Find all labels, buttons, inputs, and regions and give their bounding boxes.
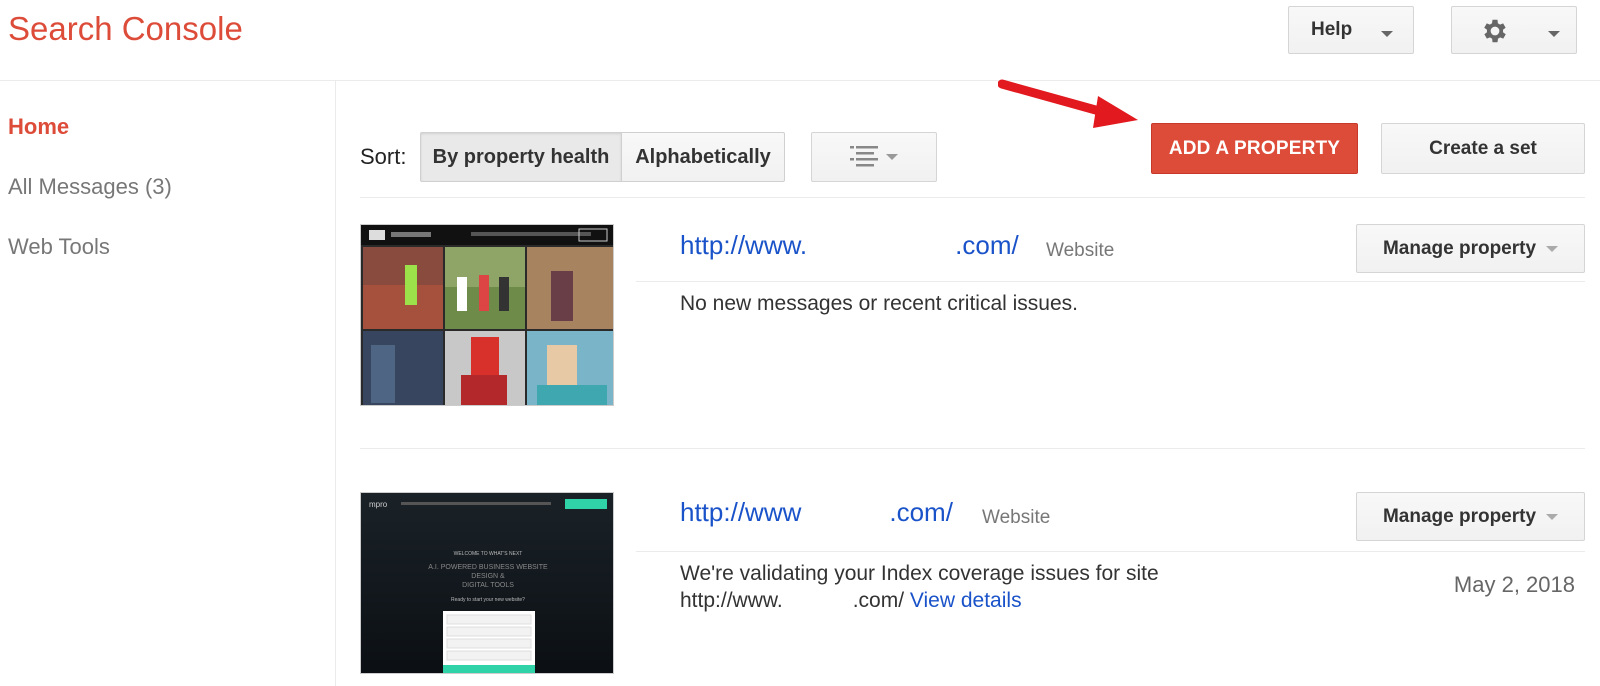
pointer-arrow-icon bbox=[998, 79, 1138, 128]
message-url-suffix: .com/ bbox=[852, 589, 905, 612]
sort-by-health-button[interactable]: By property health bbox=[420, 132, 622, 182]
caret-down-icon bbox=[1381, 31, 1393, 37]
sort-label: Sort: bbox=[360, 144, 407, 169]
thumb-headline-3: DIGITAL TOOLS bbox=[462, 582, 514, 589]
list-icon bbox=[850, 146, 878, 167]
create-set-button[interactable]: Create a set bbox=[1381, 123, 1585, 174]
manage-property-button[interactable]: Manage property bbox=[1356, 224, 1585, 273]
property-row-divider bbox=[360, 448, 1585, 449]
site-screenshot-image: mpro WELCOME TO WHAT'S NEXT A.I. POWERED… bbox=[361, 493, 613, 673]
header-divider bbox=[0, 80, 1600, 81]
caret-down-icon bbox=[1546, 245, 1559, 252]
property-divider bbox=[636, 551, 1585, 552]
property-url-suffix: .com/ bbox=[955, 230, 1019, 260]
property-type: Website bbox=[1046, 240, 1115, 261]
caret-down-icon bbox=[1546, 513, 1559, 520]
property-thumbnail[interactable] bbox=[360, 224, 614, 406]
thumb-subtitle: Ready to start your new website? bbox=[451, 597, 525, 603]
message-url-prefix: http://www. bbox=[680, 589, 783, 612]
thumb-welcome: WELCOME TO WHAT'S NEXT bbox=[454, 551, 523, 557]
thumb-headline-2: DESIGN & bbox=[471, 573, 505, 580]
property-url-prefix: http://www. bbox=[680, 230, 808, 260]
add-property-button[interactable]: ADD A PROPERTY bbox=[1151, 123, 1358, 174]
message-date: May 2, 2018 bbox=[1453, 572, 1575, 597]
sidebar-item-all-messages[interactable]: All Messages (3) bbox=[8, 174, 172, 200]
thumb-headline-1: A.I. POWERED BUSINESS WEBSITE bbox=[428, 564, 548, 571]
property-url[interactable]: http://www .com/ bbox=[680, 497, 953, 528]
property-type: Website bbox=[982, 507, 1051, 528]
manage-property-label: Manage property bbox=[1382, 237, 1537, 259]
help-button[interactable]: Help bbox=[1288, 6, 1414, 54]
settings-button[interactable] bbox=[1451, 6, 1577, 54]
sidebar-item-home[interactable]: Home bbox=[8, 114, 69, 140]
property-url-suffix: .com/ bbox=[889, 497, 953, 527]
property-message: We're validating your Index coverage iss… bbox=[680, 560, 1159, 614]
caret-down-icon bbox=[1548, 31, 1560, 37]
site-screenshot-image bbox=[361, 225, 613, 405]
message-line: We're validating your Index coverage iss… bbox=[680, 562, 1159, 585]
app-title[interactable]: Search Console bbox=[8, 10, 243, 48]
sidebar-divider bbox=[335, 81, 336, 686]
property-message: No new messages or recent critical issue… bbox=[680, 292, 1078, 315]
help-label: Help bbox=[1311, 19, 1353, 40]
message-line: http://www. .com/ View details bbox=[680, 587, 1159, 614]
toolbar-divider bbox=[360, 197, 1585, 198]
thumb-logo: mpro bbox=[369, 500, 388, 509]
view-mode-button[interactable] bbox=[811, 132, 937, 182]
manage-property-button[interactable]: Manage property bbox=[1356, 492, 1585, 541]
view-details-link[interactable]: View details bbox=[910, 589, 1022, 612]
property-url-prefix: http://www bbox=[680, 497, 802, 527]
caret-down-icon bbox=[886, 154, 898, 160]
property-thumbnail[interactable]: mpro WELCOME TO WHAT'S NEXT A.I. POWERED… bbox=[360, 492, 614, 674]
sort-alphabetically-button[interactable]: Alphabetically bbox=[621, 132, 785, 182]
property-divider bbox=[636, 281, 1585, 282]
property-url[interactable]: http://www. .com/ bbox=[680, 230, 1019, 261]
sidebar-item-web-tools[interactable]: Web Tools bbox=[8, 234, 110, 260]
manage-property-label: Manage property bbox=[1382, 505, 1537, 527]
gear-icon bbox=[1484, 19, 1506, 43]
